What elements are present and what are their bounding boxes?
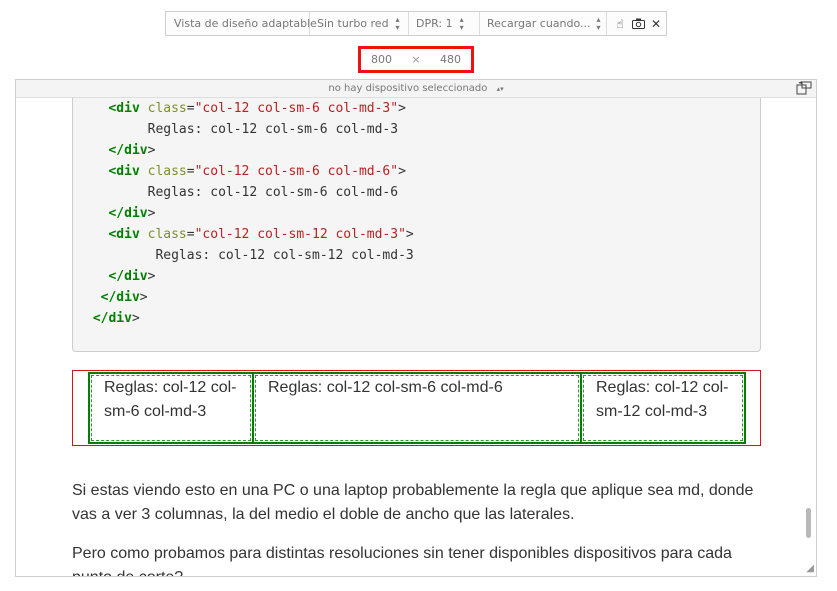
network-throttling-select[interactable]: Sin turbo red ▴ ▾: [310, 12, 409, 35]
viewport-height-input[interactable]: 480: [440, 53, 461, 66]
code-token: >: [398, 164, 406, 179]
code-line: Reglas: col-12 col-sm-12 col-md-3: [85, 248, 414, 264]
code-token: "col-12 col-sm-12 col-md-3": [194, 227, 406, 242]
code-token: <div: [108, 164, 140, 179]
code-line: <div class="col-12 col-sm-12 col-md-3">: [85, 227, 414, 243]
grid-column-2: Reglas: col-12 col-sm-6 col-md-6: [252, 372, 582, 444]
reload-conditions-select[interactable]: Recargar cuando... ▴ ▾: [480, 12, 607, 35]
code-line: </div>: [85, 269, 155, 285]
code-line: <div class="col-12 col-sm-6 col-md-6">: [85, 164, 406, 180]
grid-column-3: Reglas: col-12 col-sm-12 col-md-3: [580, 372, 746, 444]
resize-grip-icon[interactable]: ◢: [806, 563, 814, 574]
device-selector-bar[interactable]: no hay dispositivo seleccionado ▴▾: [16, 80, 816, 98]
code-token: </div: [108, 143, 148, 158]
vertical-scrollbar[interactable]: [806, 508, 811, 538]
code-line: </div>: [85, 311, 140, 327]
code-token: =: [186, 101, 195, 116]
code-token: =: [186, 227, 195, 242]
code-token: class: [139, 227, 187, 242]
code-token: <div: [108, 101, 140, 116]
code-token: >: [147, 206, 156, 221]
code-token: Reglas: col-12 col-sm-6 col-md-3: [147, 122, 399, 137]
reload-label: Recargar cuando...: [487, 17, 591, 30]
code-token: </div: [108, 269, 148, 284]
responsive-toolbar: Vista de diseño adaptable Sin turbo red …: [165, 11, 667, 36]
code-token: >: [139, 290, 148, 305]
code-token: "col-12 col-sm-6 col-md-3": [194, 101, 399, 116]
code-line: <div class="col-12 col-sm-6 col-md-3">: [85, 101, 406, 117]
updown-arrows-icon: ▴▾: [459, 14, 464, 32]
device-viewport-frame: <div class="row"> <div class="col-12 col…: [15, 79, 817, 577]
viewport-width-input[interactable]: 800: [371, 53, 392, 66]
rotate-device-icon[interactable]: [796, 81, 812, 98]
code-token: >: [398, 101, 406, 116]
code-token: class: [139, 164, 187, 179]
code-token: "col-12 col-sm-6 col-md-6": [194, 164, 399, 179]
code-block: <div class="row"> <div class="col-12 col…: [72, 80, 761, 352]
code-line: Reglas: col-12 col-sm-6 col-md-3: [85, 122, 398, 138]
device-preset-label: Vista de diseño adaptable: [174, 17, 317, 30]
viewport-size-box: 800 × 480: [358, 46, 474, 73]
code-token: </div: [108, 206, 148, 221]
code-token: >: [147, 143, 156, 158]
paragraph-1: Si estas viendo esto en una PC o una lap…: [72, 482, 754, 523]
grid-row-demo: Reglas: col-12 col-sm-6 col-md-3 Reglas:…: [72, 370, 761, 446]
device-selector-label: no hay dispositivo seleccionado: [328, 83, 488, 94]
code-token: Reglas: col-12 col-sm-6 col-md-6: [147, 185, 399, 200]
code-token: =: [186, 164, 195, 179]
code-token: >: [147, 269, 156, 284]
close-icon[interactable]: ✕: [649, 17, 663, 31]
updown-arrows-icon: ▴▾: [395, 14, 400, 32]
code-line: Reglas: col-12 col-sm-6 col-md-6: [85, 185, 398, 201]
touch-simulation-icon[interactable]: ☝: [613, 17, 627, 31]
size-separator: ×: [411, 53, 421, 66]
code-token: <div: [108, 227, 140, 242]
code-token: </div: [100, 290, 140, 305]
grid-column-1: Reglas: col-12 col-sm-6 col-md-3: [88, 372, 254, 444]
code-token: >: [405, 227, 414, 242]
code-token: class: [139, 101, 187, 116]
dpr-select[interactable]: DPR: 1 ▴ ▾: [409, 12, 480, 35]
code-line: </div>: [85, 206, 155, 222]
code-line: </div>: [85, 143, 155, 159]
code-token: Reglas: col-12 col-sm-12 col-md-3: [155, 248, 414, 263]
device-preset-select[interactable]: Vista de diseño adaptable: [166, 12, 317, 35]
code-token: </div: [92, 311, 132, 326]
updown-arrows-icon: ▴▾: [496, 85, 504, 93]
paragraph-2: Pero como probamos para distintas resolu…: [72, 545, 732, 576]
dpr-label: DPR: 1: [416, 17, 453, 30]
screenshot-camera-icon[interactable]: [631, 17, 645, 31]
code-token: >: [131, 311, 140, 326]
code-line: </div>: [85, 290, 148, 306]
updown-arrows-icon: ▴▾: [596, 14, 601, 32]
throttling-label: Sin turbo red: [317, 17, 389, 30]
